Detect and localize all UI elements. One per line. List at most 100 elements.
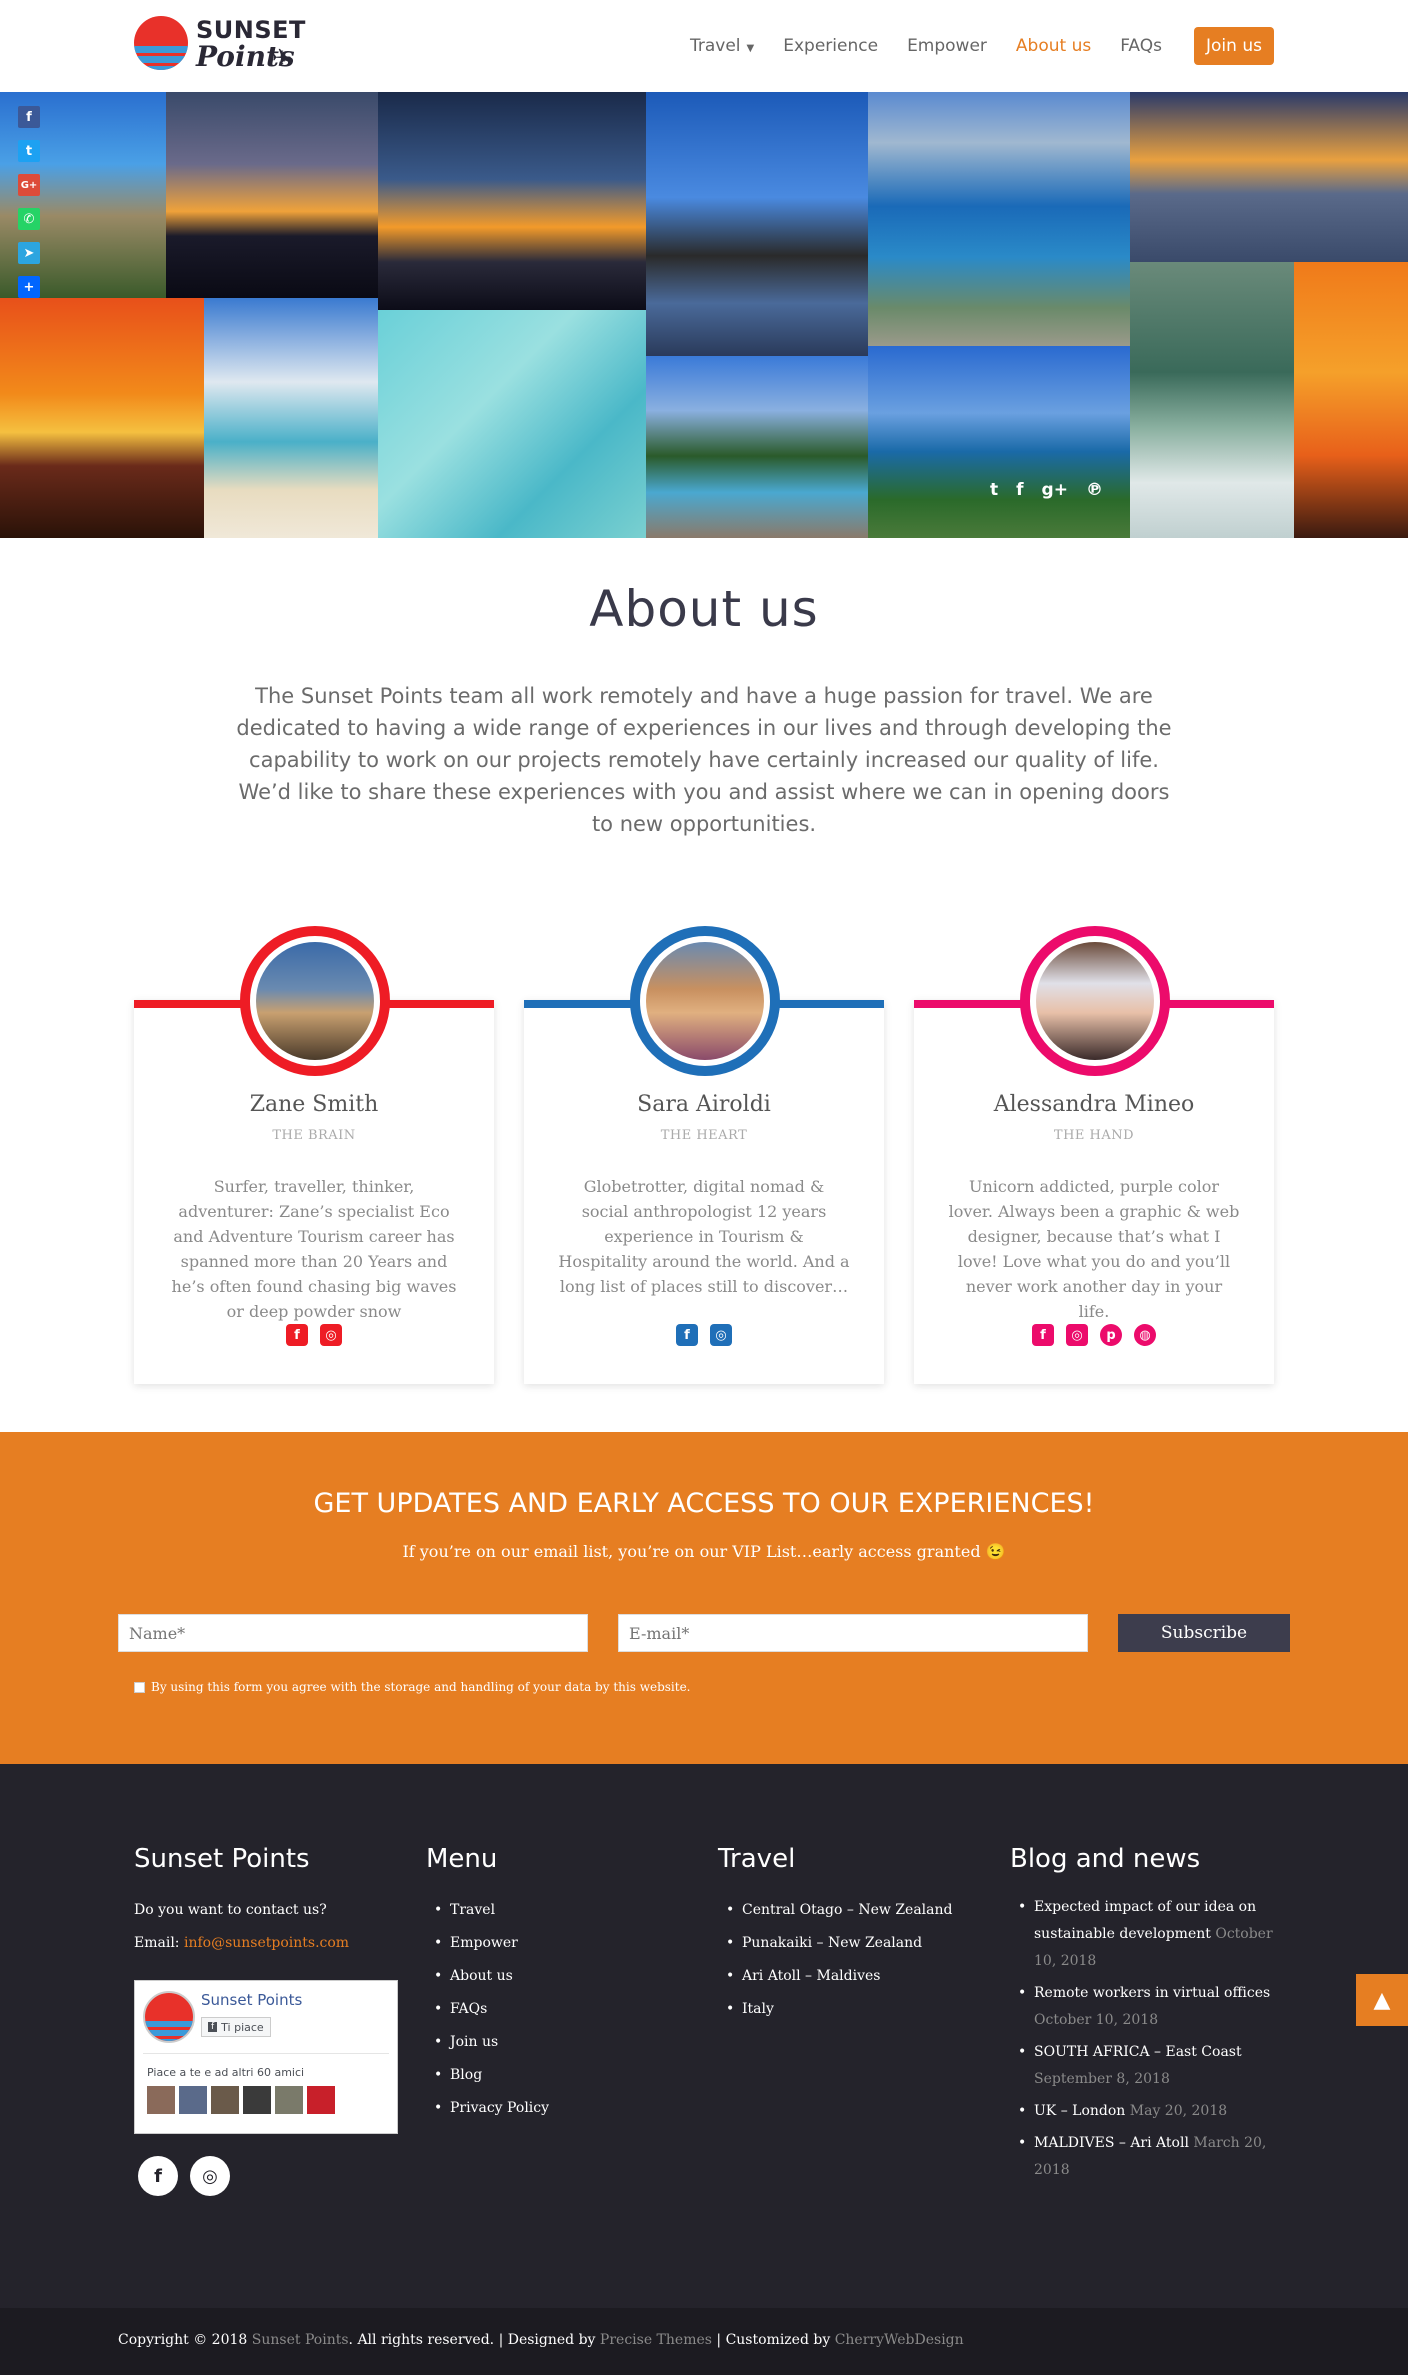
gallery-photo-sunset-sea[interactable] <box>166 92 378 298</box>
facebook-icon[interactable]: f <box>1032 1324 1054 1346</box>
footer-link[interactable]: Italy <box>718 1993 988 2026</box>
blog-post-link[interactable]: MALDIVES – Ari Atoll <box>1034 2135 1189 2151</box>
airplane-icon: ✈ <box>272 44 293 72</box>
consent-row: By using this form you agree with the st… <box>134 1680 690 1694</box>
telegram-icon[interactable]: ➤ <box>18 242 40 264</box>
google-plus-icon[interactable]: g+ <box>1042 480 1068 500</box>
pinterest-icon[interactable]: p <box>1100 1324 1122 1346</box>
footer-link[interactable]: Join us <box>426 2026 686 2059</box>
consent-label: By using this form you agree with the st… <box>151 1680 691 1694</box>
instagram-icon[interactable]: ◎ <box>320 1324 342 1346</box>
gallery-photo-coast[interactable] <box>868 346 1130 538</box>
subscribe-button[interactable]: Subscribe <box>1118 1614 1290 1652</box>
gallery-photo-horizon[interactable] <box>378 92 646 310</box>
chevron-up-icon: ▲ <box>1373 1987 1391 2013</box>
footer-link[interactable]: Travel <box>426 1894 686 1927</box>
footer-link[interactable]: Empower <box>426 1927 686 1960</box>
avatar[interactable] <box>307 2086 335 2114</box>
footer-link[interactable]: About us <box>426 1960 686 1993</box>
customizer-link[interactable]: CherryWebDesign <box>835 2332 964 2348</box>
footer-link[interactable]: Central Otago – New Zealand <box>718 1894 988 1927</box>
whatsapp-icon[interactable]: ✆ <box>18 208 40 230</box>
about-paragraph-2: We’d like to share these experiences wit… <box>238 780 1170 836</box>
facebook-icon[interactable]: f <box>1016 480 1023 500</box>
footer-link[interactable]: Ari Atoll – Maldives <box>718 1960 988 1993</box>
member-social: f ◎ <box>524 1324 884 1346</box>
facebook-icon[interactable]: f <box>138 2156 178 2196</box>
main-nav: Travel ▼ Experience Empower About us FAQs <box>690 28 1191 64</box>
avatar[interactable] <box>243 2086 271 2114</box>
twitter-icon[interactable]: t <box>990 480 998 500</box>
instagram-icon[interactable]: ◎ <box>710 1324 732 1346</box>
gallery-photo-stingray[interactable] <box>378 310 646 538</box>
gallery-photo-beach[interactable] <box>204 298 378 538</box>
avatar[interactable] <box>211 2086 239 2114</box>
avatar[interactable] <box>179 2086 207 2114</box>
fb-friend-avatars <box>147 2086 339 2114</box>
dribbble-icon[interactable]: ◍ <box>1134 1324 1156 1346</box>
blog-post-link[interactable]: SOUTH AFRICA – East Coast <box>1034 2044 1242 2060</box>
member-role: THE HAND <box>1053 1128 1135 1143</box>
footer-travel: Travel Central Otago – New Zealand Punak… <box>718 1844 988 2026</box>
share-plus-icon[interactable]: + <box>18 276 40 298</box>
footer-link[interactable]: Blog <box>426 2059 686 2092</box>
nav-experience[interactable]: Experience <box>783 36 878 56</box>
twitter-icon[interactable]: t <box>18 140 40 162</box>
instagram-icon[interactable]: ◎ <box>190 2156 230 2196</box>
name-input[interactable] <box>118 1614 588 1652</box>
post-date: May 20, 2018 <box>1129 2103 1228 2119</box>
nav-empower[interactable]: Empower <box>907 36 987 56</box>
member-role: THE HEART <box>660 1128 748 1143</box>
avatar[interactable] <box>147 2086 175 2114</box>
brand-link[interactable]: Sunset Points <box>252 2332 349 2348</box>
join-us-button[interactable]: Join us <box>1194 27 1274 65</box>
facebook-icon[interactable]: f <box>676 1324 698 1346</box>
scroll-to-top-button[interactable]: ▲ <box>1356 1974 1408 2026</box>
gallery-photo-surfer[interactable] <box>1130 262 1294 538</box>
customized-by-label: | Customized by <box>716 2332 831 2348</box>
contact-email-row: Email: info@sunsetpoints.com <box>134 1927 404 1960</box>
blog-post-link[interactable]: UK – London <box>1034 2103 1125 2119</box>
member-bio: Surfer, traveller, thinker, adventurer: … <box>171 1177 457 1321</box>
google-plus-icon[interactable]: G+ <box>18 174 40 196</box>
member-name: Zane Smith <box>249 1092 379 1117</box>
facebook-page-widget: Sunset Points f Ti piace Piace a te e ad … <box>134 1980 398 2134</box>
pinterest-icon[interactable]: ℗ <box>1086 480 1103 500</box>
fb-like-button[interactable]: f Ti piace <box>201 2017 271 2037</box>
member-name: Alessandra Mineo <box>993 1092 1195 1117</box>
consent-checkbox[interactable] <box>134 1681 145 1693</box>
member-bio: Unicorn addicted, purple color lover. Al… <box>948 1177 1240 1321</box>
footer-heading: Menu <box>426 1844 498 1874</box>
gallery-photo-lake[interactable] <box>868 92 1130 346</box>
footer-link[interactable]: Punakaiki – New Zealand <box>718 1927 988 1960</box>
footer-link[interactable]: FAQs <box>426 1993 686 2026</box>
footer-travel-list: Central Otago – New Zealand Punakaiki – … <box>718 1894 988 2026</box>
avatar[interactable] <box>275 2086 303 2114</box>
nav-about-us[interactable]: About us <box>1016 36 1091 56</box>
blog-post-link[interactable]: Remote workers in virtual offices <box>1034 1985 1270 2001</box>
facebook-icon[interactable]: f <box>286 1324 308 1346</box>
facebook-icon[interactable]: f <box>18 106 40 128</box>
gallery-photo-pier[interactable] <box>646 356 868 538</box>
designer-link[interactable]: Precise Themes <box>600 2332 712 2348</box>
email-link[interactable]: info@sunsetpoints.com <box>184 1935 349 1951</box>
gallery-photo-sun-orange[interactable] <box>1294 262 1408 538</box>
instagram-icon[interactable]: ◎ <box>1066 1324 1088 1346</box>
team-card-alessandra: Alessandra Mineo THE HAND Unicorn addict… <box>914 926 1274 1384</box>
gallery-social-links: t f g+ ℗ <box>990 480 1121 500</box>
member-social: f ◎ p ◍ <box>914 1324 1274 1346</box>
gallery-photo-orange-sunset[interactable] <box>0 298 204 538</box>
nav-travel[interactable]: Travel ▼ <box>690 36 754 56</box>
footer-social: f ◎ <box>138 2156 242 2196</box>
page-title: About us <box>589 580 819 638</box>
fb-page-name[interactable]: Sunset Points <box>201 1991 302 2009</box>
avatar-photo <box>1036 942 1154 1060</box>
footer-link[interactable]: Privacy Policy <box>426 2092 686 2125</box>
list-item: MALDIVES – Ari Atoll March 20, 2018 <box>1010 2130 1280 2184</box>
member-role: THE BRAIN <box>272 1128 356 1143</box>
gallery-photo-bridge[interactable] <box>646 92 868 356</box>
site-logo[interactable]: SUNSET Points ✈ <box>134 16 305 73</box>
nav-faqs[interactable]: FAQs <box>1120 36 1162 56</box>
email-input[interactable] <box>618 1614 1088 1652</box>
gallery-photo-clouds[interactable] <box>1130 92 1408 262</box>
